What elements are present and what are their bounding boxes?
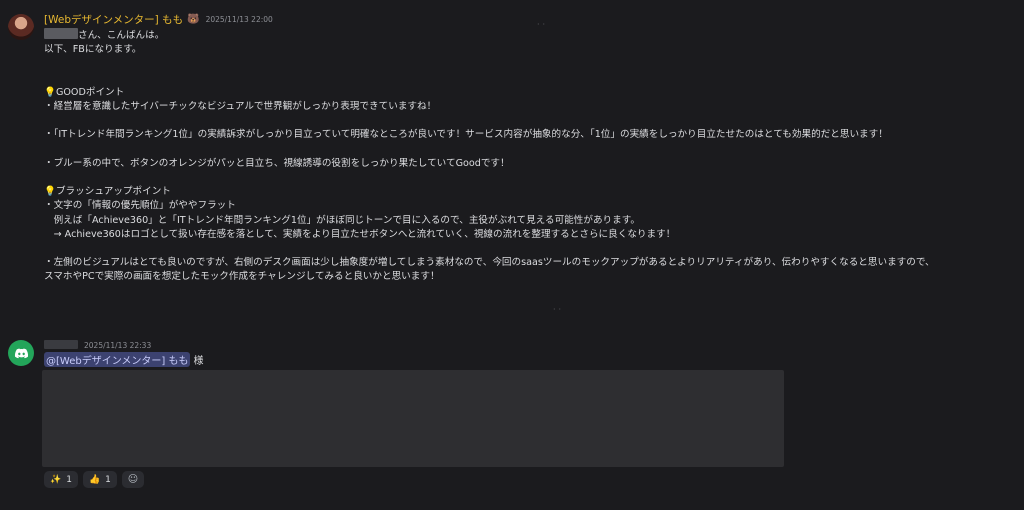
author-name[interactable]: [Webデザインメンター] もも bbox=[44, 12, 183, 27]
honorific: 様 bbox=[193, 356, 204, 367]
greeting: さん、こんばんは。 bbox=[78, 30, 165, 41]
message-body: さん、こんばんは。 以下、FBになります。 💡GOODポイント ・経営層を意識し… bbox=[44, 28, 1019, 285]
reaction-thumbs-up[interactable]: 👍 1 bbox=[82, 471, 117, 488]
reaction-count: 1 bbox=[66, 474, 72, 485]
author-avatar[interactable] bbox=[8, 14, 34, 40]
message-body: @[Webデザインメンター] もも 様 bbox=[44, 352, 203, 367]
redacted-name bbox=[44, 28, 78, 39]
user-mention[interactable]: @[Webデザインメンター] もも bbox=[44, 352, 191, 367]
message-header: [Webデザインメンター] もも 🐻 2025/11/13 22:00 bbox=[44, 12, 273, 27]
reaction-bar: ✨ 1 👍 1 ☺ bbox=[44, 471, 144, 488]
divider-dots: ·· bbox=[553, 305, 565, 314]
thumbs-up-icon: 👍 bbox=[88, 474, 101, 485]
reaction-sparkles[interactable]: ✨ 1 bbox=[44, 471, 78, 488]
timestamp[interactable]: 2025/11/13 22:33 bbox=[84, 341, 151, 350]
redacted-author bbox=[44, 340, 78, 349]
timestamp[interactable]: 2025/11/13 22:00 bbox=[206, 15, 273, 24]
divider-dots: ·· bbox=[537, 20, 549, 29]
reaction-count: 1 bbox=[105, 474, 111, 485]
add-reaction-icon[interactable]: ☺ bbox=[121, 471, 144, 488]
message-content: 以下、FBになります。 💡GOODポイント ・経営層を意識したサイバーチックなビ… bbox=[44, 44, 935, 283]
bear-face-icon: 🐻 bbox=[187, 14, 200, 25]
discord-icon[interactable] bbox=[8, 340, 34, 366]
embed-preview[interactable] bbox=[42, 370, 784, 467]
sparkles-icon: ✨ bbox=[50, 474, 62, 485]
